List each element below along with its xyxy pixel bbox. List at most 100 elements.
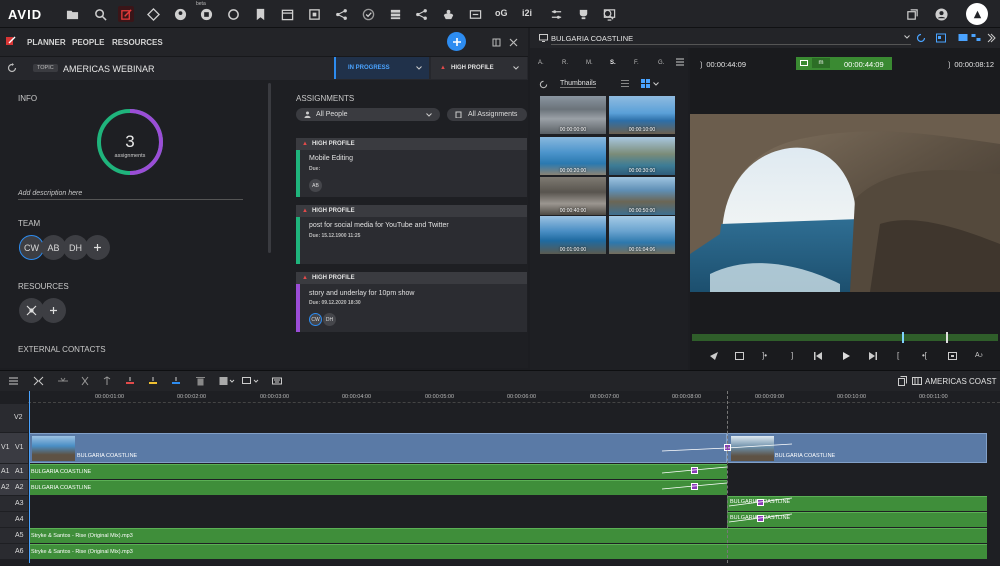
frame-icon[interactable] (735, 352, 744, 360)
tag-icon[interactable] (467, 6, 483, 22)
beta-tool-icon[interactable] (198, 6, 214, 22)
chat-icon[interactable] (225, 6, 241, 22)
position-bar[interactable] (692, 332, 998, 343)
column-a[interactable]: A. (538, 60, 544, 66)
nav-planner[interactable]: PLANNER (27, 38, 66, 47)
share-icon[interactable] (145, 6, 161, 22)
assignment-card[interactable]: ▲ HIGH PROFILE post for social media for … (296, 205, 527, 264)
avatar[interactable]: AB (309, 179, 322, 192)
triangle-logo-icon[interactable] (966, 3, 988, 25)
share-alt-2-icon[interactable] (413, 6, 429, 22)
calendar-icon[interactable] (279, 6, 295, 22)
windows-icon[interactable] (904, 6, 920, 22)
status-label: IN PROGRESS (348, 65, 390, 71)
search-icon[interactable] (92, 6, 108, 22)
assignment-card[interactable]: ▲ HIGH PROFILE story and underlay for 10p… (296, 272, 527, 332)
column-r[interactable]: R. (562, 60, 568, 66)
double-chevron-right-icon[interactable] (987, 33, 996, 43)
avatar[interactable]: DH (323, 313, 336, 326)
clip-thumbnail[interactable]: 00:00:40:00 (540, 177, 606, 215)
share-alt-icon[interactable] (333, 6, 349, 22)
og-tool-button[interactable]: oG (495, 8, 508, 18)
add-team-member-button[interactable] (85, 235, 110, 260)
position-indicator[interactable] (902, 332, 904, 343)
network-icon[interactable] (306, 6, 322, 22)
chevron-down-icon (416, 65, 422, 71)
mark-out-button[interactable]: ] (791, 351, 793, 360)
bookmark-icon[interactable] (252, 6, 268, 22)
avid-logo: AVID (8, 7, 43, 22)
warning-icon: ▲ (302, 208, 308, 214)
clip-thumbnail[interactable]: 00:00:20:00 (540, 137, 606, 175)
go-to-in-button[interactable]: [ (897, 351, 899, 360)
card-badge: HIGH PROFILE (311, 208, 355, 214)
clip-thumbnail[interactable]: 00:00:30:00 (609, 137, 675, 175)
add-topic-button[interactable] (447, 32, 466, 51)
clip-thumbnail[interactable]: 00:01:00:00 (540, 216, 606, 254)
status-dropdown[interactable]: IN PROGRESS (334, 57, 429, 79)
chevron-down-icon[interactable] (904, 34, 910, 40)
refresh-icon[interactable] (7, 63, 17, 73)
column-s[interactable]: S. (610, 60, 616, 66)
refresh-icon[interactable] (539, 80, 548, 89)
send-icon[interactable] (710, 352, 718, 360)
list-view-icon[interactable] (621, 79, 629, 88)
card-title: story and underlay for 10pm show (309, 290, 415, 297)
planner-icon[interactable] (118, 6, 134, 22)
view-mode-dropdown[interactable]: Thumbnails (560, 80, 597, 88)
priority-dropdown[interactable]: ▲ HIGH PROFILE (431, 57, 527, 79)
scrollbar[interactable] (268, 83, 271, 253)
audio-icon[interactable]: A♪ (975, 352, 983, 359)
grid-view-icon[interactable] (641, 79, 650, 88)
layout-icon[interactable] (936, 33, 946, 43)
column-f[interactable]: F. (634, 60, 639, 66)
step-forward-icon[interactable] (868, 352, 877, 360)
nav-resources[interactable]: RESOURCES (112, 38, 163, 47)
description-field[interactable]: Add description here (18, 190, 243, 200)
chevron-down-icon[interactable] (653, 81, 659, 87)
stack-icon[interactable] (387, 6, 403, 22)
playhead[interactable] (29, 391, 30, 563)
add-resource-button[interactable] (41, 298, 66, 323)
check-circle-icon[interactable] (360, 6, 376, 22)
nav-people[interactable]: PEOPLE (72, 38, 104, 47)
assignment-count-label: assignments (114, 153, 146, 159)
split-view-icon[interactable] (971, 33, 981, 43)
folder-icon[interactable] (64, 6, 80, 22)
people-filter-label: All People (316, 111, 348, 118)
avatar[interactable]: CW (309, 313, 322, 326)
sliders-icon[interactable] (548, 6, 564, 22)
column-g[interactable]: G. (658, 60, 664, 66)
priority-label: HIGH PROFILE (451, 65, 494, 71)
user-icon[interactable] (933, 6, 949, 22)
step-back-icon[interactable] (814, 352, 823, 360)
monitor-blue-icon[interactable] (958, 33, 968, 43)
assignment-card[interactable]: ▲ HIGH PROFILE Mobile Editing Due: AB (296, 138, 527, 197)
bin-title: BULGARIA COASTLINE (551, 34, 634, 43)
chevron-down-icon (426, 112, 432, 118)
menu-icon[interactable] (676, 58, 684, 66)
mark-in-button[interactable]: ]• (762, 351, 767, 360)
go-to-out-button[interactable]: •[ (922, 351, 927, 360)
close-icon[interactable] (509, 38, 518, 47)
column-m[interactable]: M. (586, 60, 593, 66)
people-filter-dropdown[interactable]: All People (296, 108, 440, 121)
refresh-icon[interactable] (916, 33, 926, 43)
timecode-mode-select[interactable]: m (812, 58, 830, 68)
assignments-filter-button[interactable]: All Assignments (447, 108, 527, 121)
clip-thumbnail[interactable]: 00:00:50:00 (609, 177, 675, 215)
panel-collapse-icon[interactable] (492, 38, 501, 47)
warning-icon: ▲ (302, 141, 308, 147)
clip-thumbnail[interactable]: 00:00:10:00 (609, 96, 675, 134)
user-circle-icon[interactable] (172, 6, 188, 22)
hand-icon[interactable] (440, 6, 456, 22)
clip-thumbnail[interactable]: 00:01:04:06 (609, 216, 675, 254)
play-icon[interactable] (842, 352, 850, 360)
clip-thumbnail[interactable]: 00:00:00:00 (540, 96, 606, 134)
zoom-icon[interactable] (600, 6, 616, 22)
fullscreen-icon[interactable] (948, 352, 957, 360)
video-frame[interactable] (690, 114, 1000, 292)
i2i-tool-button[interactable]: i2i (522, 8, 532, 18)
timecode-display[interactable]: m 00:00:44:09 (796, 57, 892, 70)
trophy-icon[interactable] (575, 6, 591, 22)
